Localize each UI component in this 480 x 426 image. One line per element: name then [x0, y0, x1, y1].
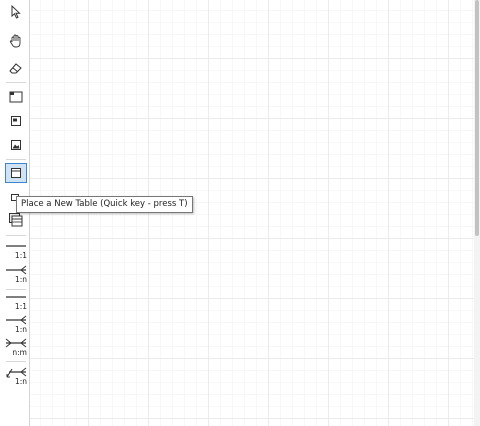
copy-table-icon [9, 213, 23, 227]
tool-palette: 1:1 1:n 1:1 1:n n:m 1:n [0, 0, 30, 426]
relationship-1-1-button[interactable]: 1:1 [5, 240, 27, 266]
note-tool-button[interactable] [5, 111, 27, 131]
diagram-canvas[interactable] [30, 0, 474, 426]
pointer-icon [11, 5, 21, 19]
relationship-1-n-button[interactable]: 1:n [5, 264, 27, 290]
view-tool-button[interactable] [5, 87, 27, 107]
toolbar-separator [6, 361, 26, 362]
tooltip: Place a New Table (Quick key - press T) [16, 196, 193, 213]
toolbar-separator [6, 289, 26, 290]
table-icon [11, 168, 21, 178]
toolbar-separator [6, 82, 26, 83]
pointer-tool-button[interactable] [5, 2, 27, 22]
hand-icon [9, 34, 21, 48]
eraser-icon [9, 63, 22, 74]
relationship-n-m-button[interactable]: n:m [5, 337, 27, 363]
relationship-label: 1:n [14, 325, 27, 334]
view-icon [9, 91, 23, 103]
relationship-self-1-n-button[interactable]: 1:n [5, 366, 27, 392]
toolbar-separator [6, 159, 26, 160]
eraser-tool-button[interactable] [5, 58, 27, 78]
toolbar-separator [6, 235, 26, 236]
relationship-label: 1:1 [14, 302, 27, 311]
vertical-scrollbar[interactable] [474, 0, 480, 426]
relationship-label: 1:1 [14, 251, 27, 260]
note-icon [11, 116, 21, 126]
relationship-label: n:m [12, 348, 27, 357]
image-tool-button[interactable] [5, 135, 27, 155]
relationship-label: 1:n [14, 275, 27, 284]
image-icon [11, 140, 21, 150]
relationship-label: 1:n [14, 377, 27, 386]
copy-tables-tool-button[interactable] [5, 210, 27, 230]
scrollbar-thumb[interactable] [475, 0, 479, 236]
hand-tool-button[interactable] [5, 31, 27, 51]
new-table-tool-button[interactable] [5, 163, 27, 183]
